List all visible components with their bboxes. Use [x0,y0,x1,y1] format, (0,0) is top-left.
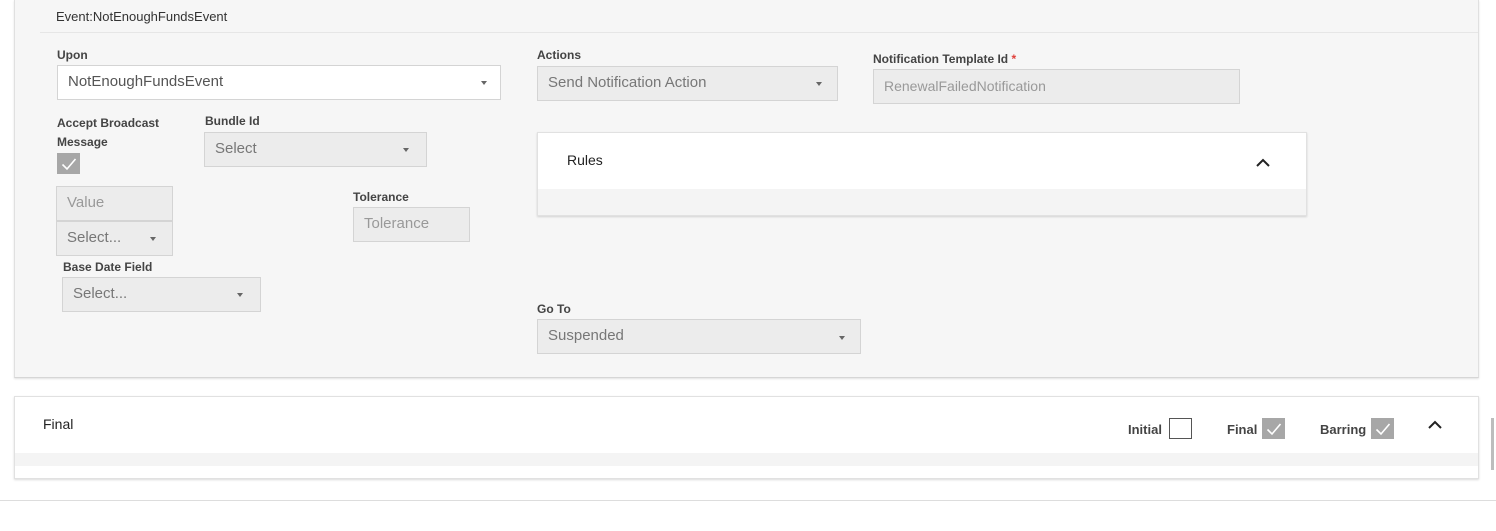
value-unit-select-value: Select... [67,229,122,246]
final-state-card [14,396,1479,479]
tolerance-input[interactable]: Tolerance [353,207,470,242]
divider [0,500,1496,501]
chevron-down-icon [816,82,822,86]
notification-template-input[interactable]: RenewalFailedNotification [873,69,1240,104]
initial-label: Initial [1128,422,1162,437]
check-icon [1375,423,1391,436]
base-date-field-value: Select... [73,285,128,302]
go-to-label: Go To [537,302,571,316]
upon-select-value: NotEnoughFundsEvent [68,73,224,90]
upon-label: Upon [57,48,88,62]
final-state-title: Final [43,416,74,432]
accept-broadcast-label-line2: Message [57,135,108,149]
accept-broadcast-checkbox[interactable] [57,153,80,174]
accept-broadcast-label: Accept Broadcast Message [57,114,159,152]
base-date-field-label: Base Date Field [63,260,153,274]
scrollbar-thumb[interactable] [1491,418,1494,470]
barring-label: Barring [1320,422,1367,437]
notification-template-label: Notification Template Id * [873,52,1016,66]
tolerance-label: Tolerance [353,190,409,204]
check-icon [61,158,77,171]
bundle-id-select-value: Select [215,140,257,157]
upon-select[interactable]: NotEnoughFundsEvent [57,65,501,100]
value-input[interactable]: Value [56,186,173,221]
chevron-down-icon [403,148,409,152]
notification-template-value: RenewalFailedNotification [884,78,1046,94]
chevron-up-icon[interactable] [1255,157,1271,169]
base-date-field-select[interactable]: Select... [62,277,261,312]
event-title: Event:NotEnoughFundsEvent [56,9,228,24]
chevron-down-icon [150,237,156,241]
event-header [40,0,1478,33]
rules-card-header[interactable] [538,133,1306,189]
final-state-card-footer [15,453,1478,466]
rules-title: Rules [567,152,603,168]
notification-template-label-text: Notification Template Id [873,52,1009,66]
bundle-id-label: Bundle Id [205,114,260,128]
actions-label: Actions [537,48,582,62]
actions-select[interactable]: Send Notification Action [537,66,838,101]
initial-checkbox[interactable] [1169,418,1192,439]
accept-broadcast-label-line1: Accept Broadcast [57,116,160,130]
go-to-select[interactable]: Suspended [537,319,861,354]
value-unit-select[interactable]: Select... [56,221,173,256]
check-icon [1266,423,1282,436]
bundle-id-select[interactable]: Select [204,132,427,167]
chevron-down-icon [839,336,845,340]
value-placeholder: Value [67,194,105,211]
chevron-up-icon[interactable] [1427,419,1443,431]
chevron-down-icon [237,293,243,297]
barring-checkbox[interactable] [1371,418,1394,439]
required-marker: * [1011,52,1017,66]
final-checkbox[interactable] [1262,418,1285,439]
final-label: Final [1227,422,1258,437]
go-to-select-value: Suspended [548,327,624,344]
chevron-down-icon [481,81,487,85]
tolerance-placeholder: Tolerance [364,215,430,232]
actions-select-value: Send Notification Action [548,74,707,91]
